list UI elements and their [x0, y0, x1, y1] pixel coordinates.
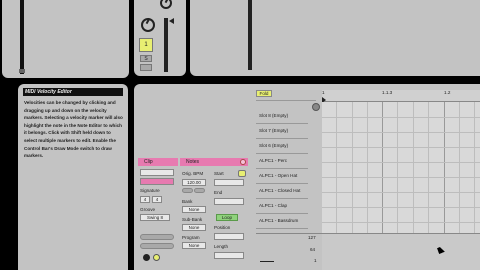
notes-box: Notes Orig. BPM 120.00 Bank None Sub-Ban… [180, 156, 248, 266]
velocity-lane[interactable] [322, 233, 480, 270]
velocity-scale: 127 64 1 [256, 233, 322, 270]
length-label: Length [214, 244, 229, 249]
note-grid[interactable] [322, 102, 480, 233]
key-track-label[interactable]: ALPC1 - Open Hat [256, 169, 308, 184]
clip-header[interactable]: Clip [138, 158, 178, 166]
loop-button[interactable]: Loop [216, 214, 238, 221]
start-label: Start [214, 171, 224, 176]
pan-knob[interactable] [141, 18, 155, 32]
show-envelope-icon[interactable] [153, 254, 160, 261]
clip-box: Clip Signature 4 4 Groove Swing 8 [138, 156, 178, 262]
orig-bpm-label: Orig. BPM [182, 171, 204, 176]
program-select[interactable]: None [182, 242, 206, 249]
notes-toggle-icon[interactable] [240, 159, 246, 165]
volume-meter [164, 18, 168, 72]
notes-header[interactable]: Notes [180, 158, 248, 166]
key-track-list: Slot 8 (Empty) Slot 7 (Empty) Slot 6 (Em… [256, 109, 310, 233]
key-track-label[interactable]: Slot 7 (Empty) [256, 124, 308, 139]
key-track-label[interactable]: Slot 6 (Empty) [256, 139, 308, 154]
zoom-icon[interactable] [312, 103, 320, 111]
info-view: MIDI Velocity Editor Velocities can be c… [18, 84, 128, 270]
orig-bpm-field[interactable]: 120.00 [182, 179, 206, 186]
set-start-button[interactable] [238, 170, 246, 177]
subbank-select[interactable]: None [182, 224, 206, 231]
ruler-mark: 1 [322, 90, 325, 95]
subbank-label: Sub-Bank [182, 217, 203, 222]
row-separator [256, 100, 316, 101]
velocity-scale-max: 127 [308, 235, 316, 240]
key-track-label[interactable]: ALPC1 - Clap [256, 199, 308, 214]
launch-mode-icon[interactable] [143, 254, 150, 261]
mixer-strip: 1 S [134, 0, 186, 76]
position-field[interactable] [214, 233, 244, 240]
groove-select[interactable]: Swing 8 [140, 214, 170, 221]
bank-select[interactable]: None [182, 206, 206, 213]
info-view-title: MIDI Velocity Editor [23, 88, 123, 96]
timeline-ruler[interactable]: 1 1.1.3 1.2 [322, 90, 480, 103]
signature-label: Signature [140, 188, 160, 193]
volume-slider-icon[interactable] [169, 18, 174, 24]
key-track-label[interactable]: ALPC1 - Closed Hat [256, 184, 308, 199]
commit-button[interactable] [140, 234, 174, 240]
bank-label: Bank [182, 199, 193, 204]
position-label: Position [214, 225, 231, 230]
end-field[interactable] [214, 198, 244, 205]
ruler-mark: 1.1.3 [382, 90, 393, 95]
signature-numerator[interactable]: 4 [140, 196, 150, 203]
ruler-mark: 1.2 [444, 90, 451, 95]
clip-view: Clip Signature 4 4 Groove Swing 8 Notes … [134, 84, 480, 270]
clip-name-field[interactable] [140, 169, 174, 176]
double-button[interactable] [194, 188, 205, 193]
resize-handle[interactable] [19, 69, 25, 73]
signature-denominator[interactable]: 4 [152, 196, 162, 203]
clip-toggle-button[interactable] [140, 243, 174, 249]
send-knob[interactable] [160, 0, 172, 9]
halve-button[interactable] [182, 188, 193, 193]
velocity-scale-min: 1 [314, 258, 317, 263]
mouse-cursor-icon [437, 246, 445, 254]
clip-color-field[interactable] [140, 178, 174, 185]
key-track-label[interactable]: ALPC1 - Bassdrum [256, 214, 308, 229]
draw-line-icon [260, 261, 274, 262]
track-activator-button[interactable]: 1 [139, 38, 153, 52]
solo-button[interactable]: S [140, 55, 152, 62]
top-left-panel [2, 0, 129, 78]
info-view-text: Velocities can be changed by clicking an… [24, 100, 123, 159]
key-track-label[interactable]: Slot 8 (Empty) [256, 109, 308, 124]
velocity-scale-mid: 64 [310, 247, 316, 252]
groove-label: Groove [140, 207, 156, 212]
device-divider [248, 0, 252, 70]
key-track-label[interactable]: ALPC1 - Perc [256, 154, 308, 169]
panel-divider [20, 0, 24, 74]
program-label: Program [182, 235, 200, 240]
end-label: End [214, 190, 223, 195]
device-area [190, 0, 480, 76]
arm-button[interactable] [140, 64, 152, 71]
start-field[interactable] [214, 179, 244, 186]
fold-button[interactable]: Fold [256, 90, 272, 97]
length-field[interactable] [214, 252, 244, 259]
